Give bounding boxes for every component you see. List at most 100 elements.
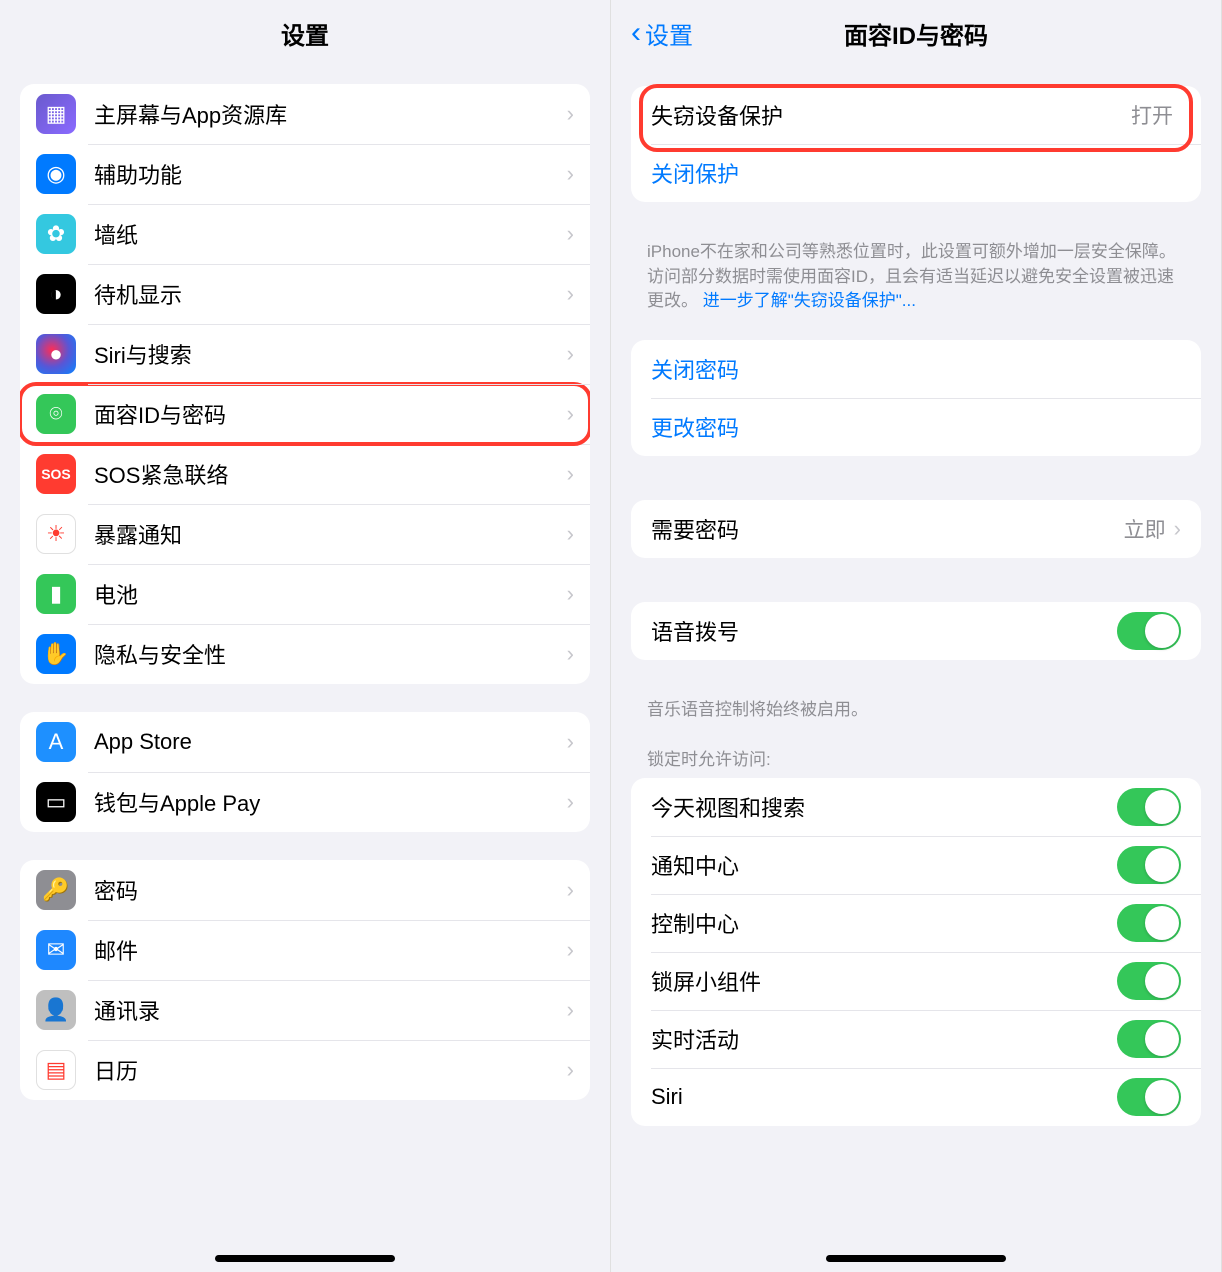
row-label: SOS紧急联络 xyxy=(94,458,567,490)
row-label: 通讯录 xyxy=(94,994,567,1026)
lock-access-group: 今天视图和搜索通知中心控制中心锁屏小组件实时活动 Siri xyxy=(631,778,1201,1126)
row-label: Siri与搜索 xyxy=(94,338,567,370)
accessibility-icon: ◉ xyxy=(36,154,76,194)
standby-icon: ◑ xyxy=(36,274,76,314)
require-passcode-value: 立即 xyxy=(1124,514,1166,544)
calendar-icon: ▤ xyxy=(36,1050,76,1090)
settings-group: 🔑密码›✉邮件›👤通讯录›▤日历› xyxy=(20,860,590,1100)
page-title: 设置 xyxy=(281,16,329,51)
wallet-icon: ▭ xyxy=(36,782,76,822)
lock-access-header: 锁定时允许访问: xyxy=(611,727,1221,778)
lock-access-toggle[interactable] xyxy=(1117,846,1181,884)
siri-icon: ● xyxy=(36,334,76,374)
row-label: 密码 xyxy=(94,874,567,906)
settings-row-contacts[interactable]: 👤 通讯录› xyxy=(20,980,590,1040)
chevron-right-icon: › xyxy=(567,101,574,127)
mail-icon: ✉ xyxy=(36,930,76,970)
passwords-icon: 🔑 xyxy=(36,870,76,910)
lock-access-toggle[interactable] xyxy=(1117,962,1181,1000)
lock-access-row[interactable]: Siri xyxy=(631,1068,1201,1126)
stolen-device-group: 失窃设备保护 打开 关闭保护 xyxy=(631,86,1201,202)
settings-row-accessibility[interactable]: ◉ 辅助功能› xyxy=(20,144,590,204)
voice-dial-toggle[interactable] xyxy=(1117,612,1181,650)
settings-row-sos[interactable]: SOSSOS紧急联络› xyxy=(20,444,590,504)
home-indicator[interactable] xyxy=(826,1255,1006,1262)
contacts-icon: 👤 xyxy=(36,990,76,1030)
turn-off-passcode-row[interactable]: 关闭密码 xyxy=(631,340,1201,398)
stolen-device-row[interactable]: 失窃设备保护 打开 xyxy=(631,86,1201,144)
require-passcode-row[interactable]: 需要密码 立即 › xyxy=(631,500,1201,558)
row-label: 墙纸 xyxy=(94,218,567,250)
battery-icon: ▮ xyxy=(36,574,76,614)
row-label: 辅助功能 xyxy=(94,158,567,190)
require-passcode-label: 需要密码 xyxy=(651,513,1124,545)
settings-row-battery[interactable]: ▮电池› xyxy=(20,564,590,624)
row-label: 隐私与安全性 xyxy=(94,638,567,670)
home-indicator[interactable] xyxy=(215,1255,395,1262)
chevron-right-icon: › xyxy=(1174,516,1181,542)
chevron-right-icon: › xyxy=(567,161,574,187)
learn-more-link[interactable]: 进一步了解"失窃设备保护"... xyxy=(703,291,916,310)
lock-access-row[interactable]: 控制中心 xyxy=(631,894,1201,952)
privacy-icon: ✋ xyxy=(36,634,76,674)
close-protection-label: 关闭保护 xyxy=(651,157,1181,189)
back-label: 设置 xyxy=(645,16,693,51)
chevron-right-icon: › xyxy=(567,937,574,963)
settings-row-wallet[interactable]: ▭钱包与Apple Pay› xyxy=(20,772,590,832)
settings-row-passwords[interactable]: 🔑 密码› xyxy=(20,860,590,920)
back-button[interactable]: ‹ 设置 xyxy=(631,16,693,51)
lock-access-row[interactable]: 锁屏小组件 xyxy=(631,952,1201,1010)
chevron-left-icon: ‹ xyxy=(631,16,641,50)
settings-root-screen: 设置 ▦主屏幕与App资源库›◉辅助功能›✿墙纸›◑待机显示›●Siri与搜索›… xyxy=(0,0,611,1272)
lock-access-toggle[interactable] xyxy=(1117,1078,1181,1116)
lock-access-toggle[interactable] xyxy=(1117,1020,1181,1058)
lock-access-label: 控制中心 xyxy=(651,907,1117,939)
settings-group: ▦主屏幕与App资源库›◉辅助功能›✿墙纸›◑待机显示›●Siri与搜索›⌾面容… xyxy=(20,84,590,684)
chevron-right-icon: › xyxy=(567,641,574,667)
row-label: 暴露通知 xyxy=(94,518,567,550)
lock-access-label: 实时活动 xyxy=(651,1023,1117,1055)
lock-access-row[interactable]: 今天视图和搜索 xyxy=(631,778,1201,836)
settings-row-standby[interactable]: ◑待机显示› xyxy=(20,264,590,324)
row-label: 主屏幕与App资源库 xyxy=(94,98,567,130)
chevron-right-icon: › xyxy=(567,401,574,427)
lock-access-toggle[interactable] xyxy=(1117,788,1181,826)
lock-access-toggle[interactable] xyxy=(1117,904,1181,942)
voice-dial-footer: 音乐语音控制将始终被启用。 xyxy=(611,688,1221,727)
settings-row-home[interactable]: ▦主屏幕与App资源库› xyxy=(20,84,590,144)
settings-row-wallpaper[interactable]: ✿墙纸› xyxy=(20,204,590,264)
stolen-device-value: 打开 xyxy=(1131,100,1173,130)
settings-row-appstore[interactable]: AApp Store› xyxy=(20,712,590,772)
change-passcode-label: 更改密码 xyxy=(651,411,1181,443)
chevron-right-icon: › xyxy=(567,521,574,547)
lock-access-row[interactable]: 实时活动 xyxy=(631,1010,1201,1068)
appstore-icon: A xyxy=(36,722,76,762)
row-label: 邮件 xyxy=(94,934,567,966)
faceid-icon: ⌾ xyxy=(36,394,76,434)
settings-row-exposure[interactable]: ☀ 暴露通知› xyxy=(20,504,590,564)
settings-group: AApp Store›▭钱包与Apple Pay› xyxy=(20,712,590,832)
change-passcode-row[interactable]: 更改密码 xyxy=(631,398,1201,456)
row-label: 钱包与Apple Pay xyxy=(94,786,567,818)
row-label: 面容ID与密码 xyxy=(94,398,567,430)
sos-icon: SOS xyxy=(36,454,76,494)
close-protection-row[interactable]: 关闭保护 xyxy=(631,144,1201,202)
row-label: App Store xyxy=(94,729,567,755)
lock-access-row[interactable]: 通知中心 xyxy=(631,836,1201,894)
settings-row-faceid[interactable]: ⌾ 面容ID与密码› xyxy=(20,384,590,444)
page-title: 面容ID与密码 xyxy=(844,16,988,51)
row-label: 待机显示 xyxy=(94,278,567,310)
stolen-device-label: 失窃设备保护 xyxy=(651,99,1131,131)
chevron-right-icon: › xyxy=(567,877,574,903)
header-right: ‹ 设置 面容ID与密码 xyxy=(611,0,1221,66)
settings-row-privacy[interactable]: ✋ 隐私与安全性› xyxy=(20,624,590,684)
settings-row-calendar[interactable]: ▤日历› xyxy=(20,1040,590,1100)
voice-dial-row[interactable]: 语音拨号 xyxy=(631,602,1201,660)
voice-dial-label: 语音拨号 xyxy=(651,615,1117,647)
chevron-right-icon: › xyxy=(567,997,574,1023)
row-label: 日历 xyxy=(94,1054,567,1086)
settings-row-siri[interactable]: ●Siri与搜索› xyxy=(20,324,590,384)
exposure-icon: ☀ xyxy=(36,514,76,554)
chevron-right-icon: › xyxy=(567,221,574,247)
settings-row-mail[interactable]: ✉ 邮件› xyxy=(20,920,590,980)
